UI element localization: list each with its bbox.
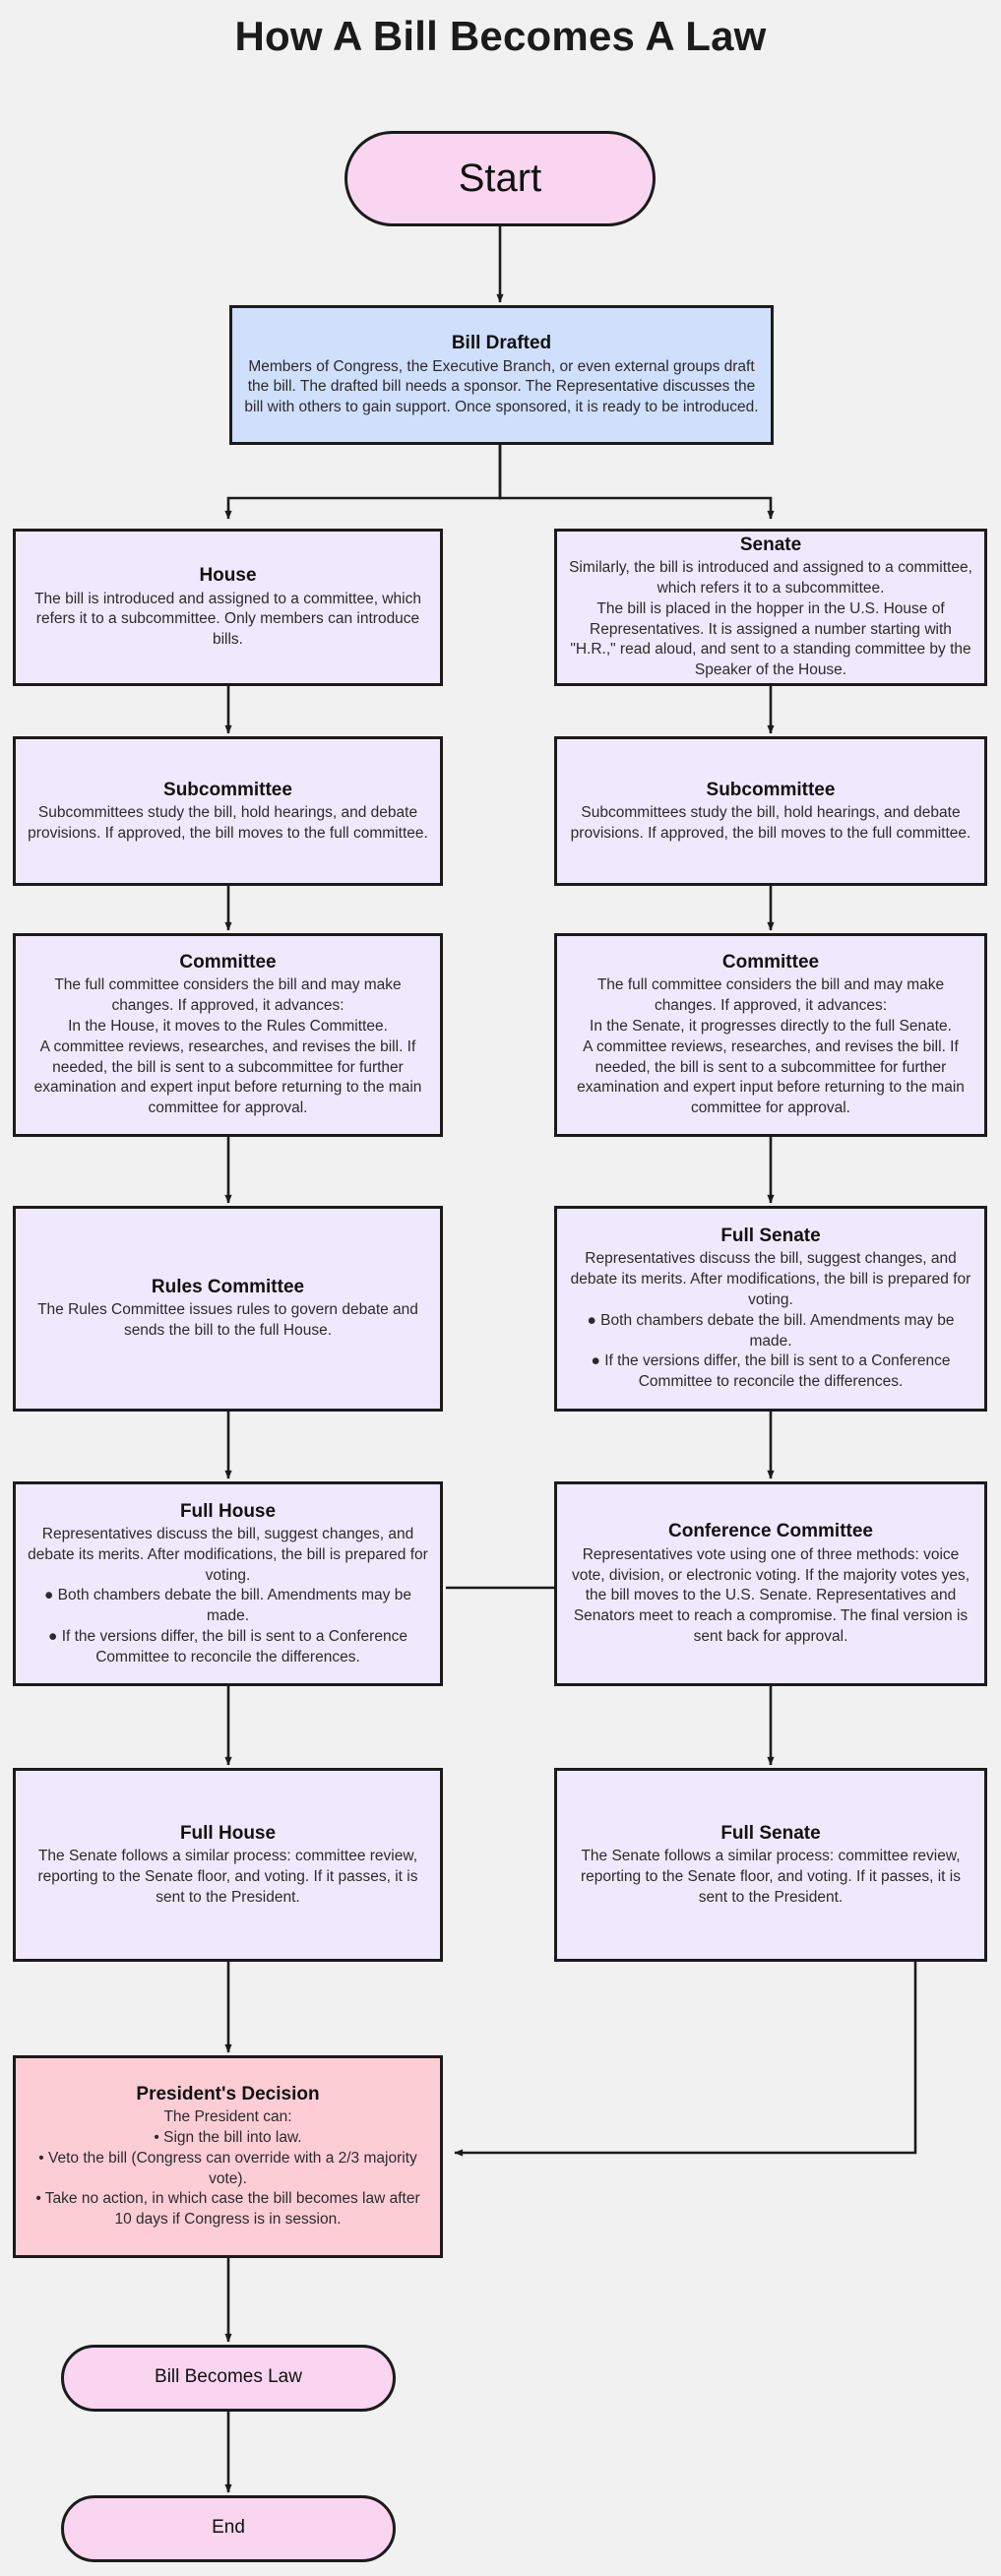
node-bill-drafted[interactable]: Bill Drafted Members of Congress, the Ex… xyxy=(229,305,774,445)
node-bill-drafted-title: Bill Drafted xyxy=(451,333,552,354)
node-bill-becomes-law[interactable]: Bill Becomes Law xyxy=(61,2345,396,2412)
node-house-committee[interactable]: Committee The full committee considers t… xyxy=(13,933,443,1137)
node-full-senate-vote-title: Full Senate xyxy=(720,1822,821,1844)
node-house-body: The bill is introduced and assigned to a… xyxy=(34,590,421,649)
node-house-committee-title: Committee xyxy=(179,952,277,974)
node-start-label: Start xyxy=(458,156,542,200)
node-senate-committee-body: The full committee considers the bill an… xyxy=(577,976,965,1117)
page-title: How A Bill Becomes A Law xyxy=(234,13,767,59)
node-start[interactable]: Start xyxy=(344,131,656,226)
node-rules-committee-title: Rules Committee xyxy=(151,1277,305,1298)
node-rules-committee[interactable]: Rules Committee The Rules Committee issu… xyxy=(13,1206,443,1412)
node-house-committee-body: The full committee considers the bill an… xyxy=(33,976,422,1117)
node-full-senate-debate-title: Full Senate xyxy=(720,1225,821,1247)
node-end[interactable]: End xyxy=(61,2495,396,2562)
node-senate-subcommittee-title: Subcommittee xyxy=(706,779,836,800)
edge-bill-drafted-to-senate xyxy=(498,445,775,520)
node-conference-committee-title: Conference Committee xyxy=(668,1521,873,1542)
node-full-house-debate[interactable]: Full House Representatives discuss the b… xyxy=(13,1481,443,1686)
flowchart-page: How A Bill Becomes A Law Start Bill Draf… xyxy=(0,0,1001,2576)
node-full-house-vote-body: The Senate follows a similar process: co… xyxy=(37,1848,418,1906)
node-conference-committee-body: Representatives vote using one of three … xyxy=(571,1545,970,1645)
edge-bill-drafted-to-house xyxy=(224,445,502,520)
node-bill-becomes-law-label: Bill Becomes Law xyxy=(155,2366,302,2388)
node-full-senate-debate[interactable]: Full Senate Representatives discuss the … xyxy=(554,1206,987,1412)
node-full-house-debate-body: Representatives discuss the bill, sugges… xyxy=(28,1525,428,1665)
node-full-senate-vote[interactable]: Full Senate The Senate follows a similar… xyxy=(554,1768,987,1962)
node-presidents-decision-body: The President can: • Sign the bill into … xyxy=(35,2108,420,2229)
node-senate[interactable]: Senate Similarly, the bill is introduced… xyxy=(554,529,987,686)
node-house[interactable]: House The bill is introduced and assigne… xyxy=(13,529,443,686)
node-rules-committee-body: The Rules Committee issues rules to gove… xyxy=(37,1301,418,1340)
node-bill-drafted-body: Members of Congress, the Executive Branc… xyxy=(244,357,759,416)
node-house-subcommittee-title: Subcommittee xyxy=(163,779,292,800)
node-senate-body: Similarly, the bill is introduced and as… xyxy=(569,559,972,679)
node-senate-committee-title: Committee xyxy=(721,952,820,974)
node-conference-committee[interactable]: Conference Committee Representatives vot… xyxy=(554,1481,987,1686)
node-presidents-decision-title: President's Decision xyxy=(136,2084,320,2105)
node-senate-subcommittee-body: Subcommittees study the bill, hold heari… xyxy=(570,803,971,842)
edge-full-senate-vote-to-president xyxy=(454,1962,917,2157)
node-full-senate-debate-body: Representatives discuss the bill, sugges… xyxy=(570,1250,971,1391)
node-full-house-debate-title: Full House xyxy=(179,1500,277,1522)
node-full-senate-vote-body: The Senate follows a similar process: co… xyxy=(580,1848,961,1906)
node-house-title: House xyxy=(199,565,257,587)
node-house-subcommittee-body: Subcommittees study the bill, hold heari… xyxy=(28,803,428,842)
node-end-label: End xyxy=(212,2517,245,2539)
node-full-house-vote[interactable]: Full House The Senate follows a similar … xyxy=(13,1768,443,1962)
node-presidents-decision[interactable]: President's Decision The President can: … xyxy=(13,2055,443,2258)
node-senate-committee[interactable]: Committee The full committee considers t… xyxy=(554,933,987,1137)
node-house-subcommittee[interactable]: Subcommittee Subcommittees study the bil… xyxy=(13,736,443,886)
node-senate-subcommittee[interactable]: Subcommittee Subcommittees study the bil… xyxy=(554,736,987,886)
node-full-house-vote-title: Full House xyxy=(179,1822,277,1844)
node-senate-title: Senate xyxy=(739,534,802,556)
